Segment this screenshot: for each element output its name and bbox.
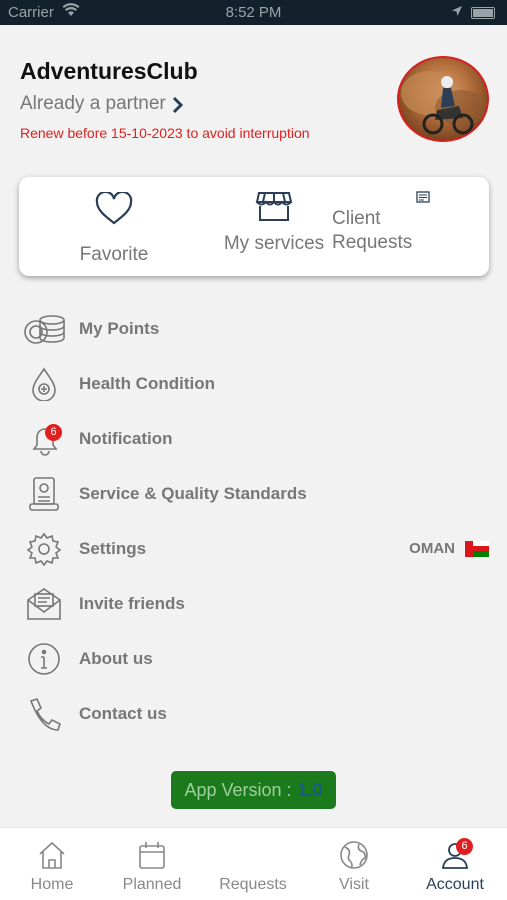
battery-icon (471, 7, 495, 19)
menu-item-health-condition[interactable]: Health Condition (22, 364, 492, 404)
account-badge: 6 (456, 838, 473, 855)
coins-icon (22, 309, 70, 349)
favorite-button[interactable]: Favorite (59, 190, 169, 266)
tab-home[interactable]: Home (7, 836, 97, 894)
status-bar: Carrier 8:52 PM (0, 0, 507, 25)
menu-item-my-points[interactable]: My Points (22, 309, 492, 349)
client-requests-line1: Client (332, 208, 381, 229)
tab-account[interactable]: 6 Account (410, 836, 500, 894)
profile-name: AdventuresClub (20, 58, 198, 84)
invite-envelope-icon (22, 584, 70, 624)
app-version-badge: App Version : 1.0 (171, 771, 336, 809)
globe-icon (309, 836, 399, 870)
home-icon (7, 836, 97, 870)
menu-label-health-condition: Health Condition (79, 374, 215, 393)
partner-link[interactable]: Already a partner (20, 93, 184, 115)
app-version-value: 1.0 (297, 779, 323, 800)
calendar-icon (107, 836, 197, 870)
notification-badge: 6 (45, 424, 62, 441)
oman-flag-icon (465, 540, 489, 557)
menu-label-service-quality-standards: Service & Quality Standards (79, 484, 307, 503)
menu-label-my-points: My Points (79, 319, 160, 338)
gear-icon (22, 529, 70, 569)
document-icon (416, 187, 430, 209)
my-services-button[interactable]: My services (194, 189, 354, 255)
my-services-label: My services (223, 233, 325, 254)
quick-actions-card: Favorite My services Client Requests (19, 177, 489, 276)
app-version-label: App Version : (184, 779, 292, 800)
menu-label-notification: Notification (79, 429, 173, 448)
chevron-right-icon (172, 96, 183, 113)
bottom-tab-bar: Home Planned Requests Visit 6 Account (0, 827, 507, 900)
avatar[interactable] (397, 56, 489, 142)
tab-requests[interactable]: Requests (208, 836, 298, 894)
motocross-photo (401, 71, 487, 135)
user-icon: 6 (410, 836, 500, 870)
client-requests-line2: Requests (332, 232, 413, 253)
tab-visit[interactable]: Visit (309, 836, 399, 894)
heart-icon (59, 190, 169, 232)
favorite-label: Favorite (79, 244, 149, 265)
tab-visit-label: Visit (339, 876, 369, 893)
menu-label-contact-us: Contact us (79, 704, 167, 723)
clock: 8:52 PM (225, 4, 282, 21)
tab-requests-label: Requests (219, 876, 287, 893)
certificate-icon (22, 474, 70, 514)
menu-item-invite-friends[interactable]: Invite friends (22, 584, 492, 624)
menu-item-contact-us[interactable]: Contact us (22, 694, 492, 734)
health-drop-icon (22, 364, 70, 404)
menu-item-about-us[interactable]: About us (22, 639, 492, 679)
menu-label-invite-friends: Invite friends (79, 594, 185, 613)
renew-notice: Renew before 15-10-2023 to avoid interru… (20, 125, 310, 141)
tab-planned[interactable]: Planned (107, 836, 197, 894)
tab-account-label: Account (426, 876, 484, 893)
partner-label: Already a partner (20, 93, 166, 114)
phone-icon (22, 694, 70, 734)
location-arrow-icon (451, 4, 463, 21)
info-icon (22, 639, 70, 679)
menu-item-notification[interactable]: 6 Notification (22, 419, 492, 459)
tab-home-label: Home (30, 876, 74, 893)
tab-planned-label: Planned (122, 876, 182, 893)
menu-label-about-us: About us (79, 649, 153, 668)
storefront-icon (194, 189, 354, 229)
menu-label-settings: Settings (79, 539, 147, 558)
bell-icon: 6 (22, 419, 70, 459)
menu-item-service-quality-standards[interactable]: Service & Quality Standards (22, 474, 492, 514)
country-selector[interactable]: OMAN (409, 540, 489, 557)
country-label: OMAN (409, 540, 455, 557)
